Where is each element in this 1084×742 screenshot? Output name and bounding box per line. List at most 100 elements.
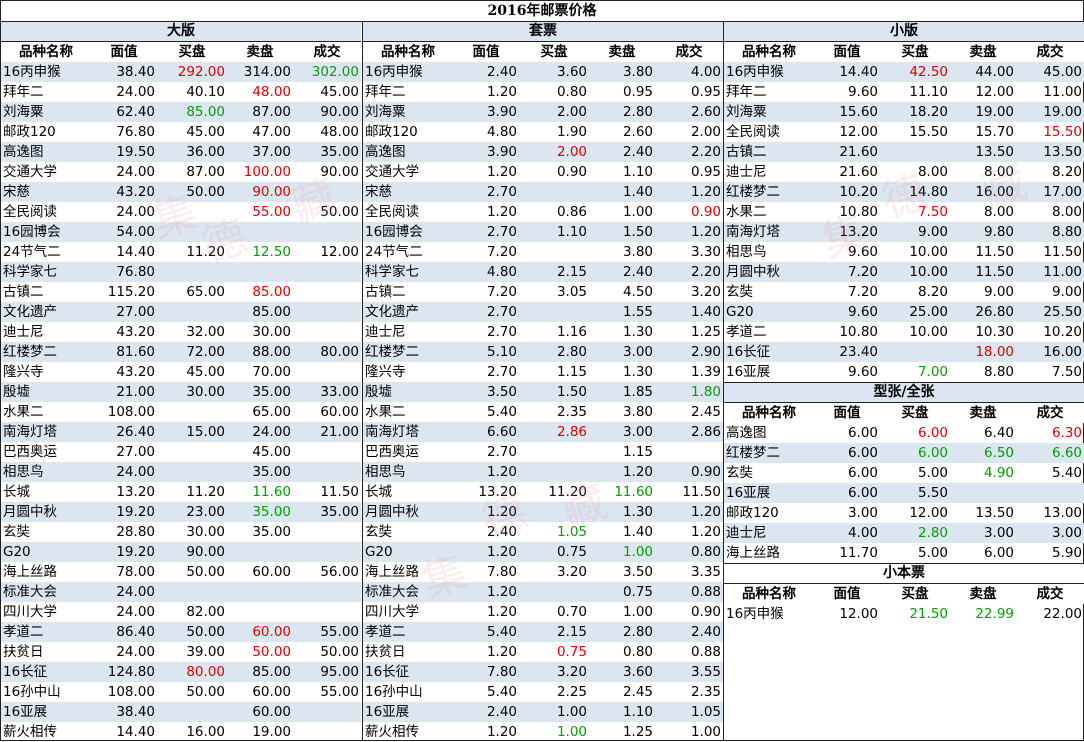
price-cell: 0.90: [690, 204, 721, 220]
stamp-name-cell: 水果二: [3, 404, 44, 420]
price-cell: 11.20: [186, 244, 225, 260]
stamp-name-cell: 水果二: [365, 404, 406, 420]
price-cell: [293, 522, 361, 542]
stamp-name-cell: 24节气二: [365, 244, 423, 260]
stamp-name-cell: 拜年二: [726, 84, 767, 100]
table-row: 交通大学 24.00 87.00 100.00 90.00: [1, 162, 361, 182]
price-cell: 1.30: [622, 364, 653, 380]
price-cell: [655, 442, 723, 462]
price-cell: 11.50: [950, 262, 1016, 282]
stamp-name-cell: 16亚展: [724, 483, 814, 503]
price-cell: [950, 483, 1016, 503]
price-cell: 6.00: [814, 443, 880, 463]
stamp-name-cell: 南海灯塔: [1, 422, 91, 442]
table-row: 薪火相传 14.40 16.00 19.00: [1, 722, 361, 742]
column-header: 品种名称: [363, 42, 453, 62]
price-cell: 11.70: [839, 545, 878, 561]
price-cell: 302.00: [293, 62, 361, 82]
price-cell: 9.00: [880, 222, 950, 242]
price-cell: 7.20: [814, 262, 880, 282]
price-cell: 0.90: [655, 462, 723, 482]
price-cell: 11.00: [1043, 84, 1082, 100]
price-cell: 12.50: [252, 244, 291, 260]
price-cell: 5.40: [486, 404, 517, 420]
price-cell: [227, 582, 293, 602]
price-cell: 22.99: [975, 606, 1014, 622]
price-cell: 47.00: [252, 124, 291, 140]
price-cell: 18.00: [950, 342, 1016, 362]
price-cell: [519, 302, 589, 322]
table-row: 海上丝路 7.80 3.20 3.50 3.35: [363, 562, 723, 582]
stamp-name-cell: 迪士尼: [365, 324, 406, 340]
price-cell: 4.80: [453, 262, 519, 282]
column-header: 品种名称: [724, 403, 814, 423]
stamp-name-cell: 相思鸟: [363, 462, 453, 482]
table-row: 红楼梦二 81.60 72.00 88.00 80.00: [1, 342, 361, 362]
price-cell: 35.00: [227, 382, 293, 402]
stamp-name-cell: 宋慈: [1, 182, 91, 202]
table-row: 文化遗产 2.70 1.55 1.40: [363, 302, 723, 322]
price-cell: 4.80: [486, 124, 517, 140]
price-cell: 72.00: [157, 342, 227, 362]
price-cell: 6.50: [950, 443, 1016, 463]
price-cell: 7.50: [1051, 364, 1082, 380]
price-cell: 19.00: [1016, 102, 1084, 122]
price-cell: 8.20: [917, 284, 948, 300]
price-cell: 24.00: [91, 462, 157, 482]
price-cell: 2.70: [486, 324, 517, 340]
price-cell: 9.60: [847, 244, 878, 260]
price-cell: 13.20: [814, 222, 880, 242]
stamp-name-cell: 16丙申猴: [1, 62, 91, 82]
stamp-name-cell: 刘海粟: [724, 102, 814, 122]
price-cell: 8.00: [983, 164, 1014, 180]
price-cell: 21.00: [91, 382, 157, 402]
table-row: 水果二 108.00 65.00 60.00: [1, 402, 361, 422]
column-header: 卖盘: [950, 584, 1016, 604]
column-header: 买盘: [880, 403, 950, 423]
price-cell: 38.40: [91, 702, 157, 722]
stamp-name-cell: 巴西奥运: [365, 444, 419, 460]
table-row: 玄奘 7.20 8.20 9.00 9.00: [724, 282, 1084, 302]
price-cell: 55.00: [252, 204, 291, 220]
price-cell: 12.00: [320, 244, 359, 260]
stamp-name-cell: 巴西奥运: [3, 444, 57, 460]
table-row: 相思鸟 9.60 10.00 11.50 11.50: [724, 242, 1084, 262]
panel-taopiao: 套票 品种名称 面值 买盘 卖盘 成交 16丙申猴 2.40 3.60 3.80 4.00 拜年二 1…: [362, 22, 723, 740]
price-cell: 14.80: [880, 182, 950, 202]
price-cell: [519, 502, 589, 522]
price-cell: [227, 602, 293, 622]
price-cell: 2.80: [589, 102, 655, 122]
price-cell: 1.85: [589, 382, 655, 402]
price-cell: 19.20: [91, 542, 157, 562]
price-cell: 1.80: [655, 382, 723, 402]
price-cell: 12.00: [839, 124, 878, 140]
price-cell: 15.00: [157, 422, 227, 442]
price-cell: [157, 582, 227, 602]
price-cell: 15.70: [975, 124, 1014, 140]
price-cell: 45.00: [1016, 62, 1084, 82]
price-cell: 11.60: [614, 484, 653, 500]
table-row: 海上丝路 11.70 5.00 6.00 5.90: [724, 543, 1084, 563]
table-row: 薪火相传 1.20 1.00 1.25 1.00: [363, 722, 723, 742]
price-cell: 26.80: [950, 302, 1016, 322]
price-cell: 3.55: [655, 662, 723, 682]
price-cell: [519, 462, 589, 482]
table-daban: 品种名称 面值 买盘 卖盘 成交 16丙申猴 38.40 292.00 314.00 302.00…: [1, 42, 361, 742]
column-header: 成交: [293, 42, 361, 62]
price-cell: 1.40: [655, 302, 723, 322]
price-cell: 28.80: [116, 524, 155, 540]
stamp-name-cell: 月圆中秋: [363, 502, 453, 522]
stamp-name-cell: 拜年二: [3, 84, 44, 100]
table-row: 16亚展 38.40 60.00: [1, 702, 361, 722]
column-header: 面值: [814, 403, 880, 423]
price-cell: 115.20: [107, 284, 155, 300]
price-cell: 8.00: [1051, 204, 1082, 220]
stamp-name-cell: 16孙中山: [365, 684, 423, 700]
price-cell: 50.00: [157, 182, 227, 202]
stamp-name-cell: 标准大会: [363, 582, 453, 602]
stamp-name-cell: 交通大学: [3, 164, 57, 180]
price-cell: 24.00: [227, 422, 293, 442]
price-cell: 3.20: [519, 662, 589, 682]
price-cell: [293, 702, 361, 722]
price-cell: 0.95: [690, 84, 721, 100]
